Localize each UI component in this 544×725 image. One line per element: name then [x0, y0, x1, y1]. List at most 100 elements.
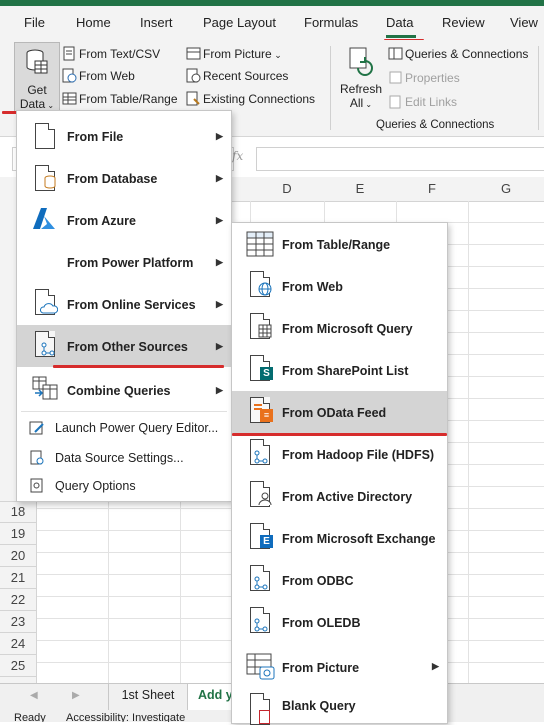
tab-data[interactable]: Data	[386, 15, 413, 30]
oledb-icon	[250, 607, 270, 633]
table-range-icon	[246, 231, 274, 257]
submenu-arrow-icon: ▶	[216, 131, 223, 141]
active-tab-indicator	[386, 35, 416, 38]
refresh-label-2: All ⌄	[349, 96, 373, 110]
refresh-icon	[349, 47, 373, 76]
row-header[interactable]: 21	[0, 567, 37, 589]
row-header[interactable]: 19	[0, 523, 37, 545]
web-icon	[250, 271, 272, 297]
menu-divider	[21, 411, 227, 412]
menu-item-launch-power-query-editor[interactable]: Launch Power Query Editor...	[17, 415, 231, 441]
formula-input[interactable]	[256, 147, 544, 171]
edit-links-icon	[389, 95, 401, 109]
submenu-item-from-oledb[interactable]: From OLEDB	[232, 601, 447, 643]
scroll-right-icon[interactable]: ▶	[72, 690, 80, 701]
azure-icon	[33, 208, 55, 229]
recent-sources-icon	[186, 68, 201, 83]
existing-connections-icon	[186, 91, 200, 106]
tab-view[interactable]: View	[510, 15, 538, 30]
from-table-range-button[interactable]: From Table/Range	[62, 91, 178, 106]
submenu-arrow-icon: ▶	[216, 257, 223, 267]
ribbon-tabs: File Home Insert Page Layout Formulas Da…	[0, 6, 544, 42]
menu-item-from-azure[interactable]: From Azure ▶	[17, 199, 231, 241]
blank-query-icon	[250, 693, 270, 725]
row-header[interactable]: 24	[0, 633, 37, 655]
tab-file[interactable]: File	[24, 15, 45, 30]
tab-review[interactable]: Review	[442, 15, 485, 30]
combine-queries-icon	[32, 376, 58, 400]
submenu-item-from-active-directory[interactable]: From Active Directory	[232, 475, 447, 517]
from-web-button[interactable]: From Web	[62, 68, 135, 83]
database-table-icon	[26, 49, 48, 74]
menu-item-combine-queries[interactable]: Combine Queries ▶	[17, 369, 231, 411]
menu-item-from-power-platform[interactable]: From Power Platform ▶	[17, 241, 231, 283]
submenu-item-blank-query[interactable]: Blank Query	[232, 687, 447, 725]
row-header[interactable]: 22	[0, 589, 37, 611]
data-source-settings-icon	[30, 450, 44, 465]
submenu-item-from-microsoft-exchange[interactable]: E From Microsoft Exchange	[232, 517, 447, 559]
scroll-left-icon[interactable]: ◀	[30, 690, 38, 701]
submenu-item-from-hadoop-file[interactable]: From Hadoop File (HDFS)	[232, 433, 447, 475]
submenu-item-from-microsoft-query[interactable]: From Microsoft Query	[232, 307, 447, 349]
tab-formulas[interactable]: Formulas	[304, 15, 358, 30]
sharepoint-icon: S	[250, 355, 273, 381]
get-data-menu: From File ▶ From Database ▶ From Azure ▶…	[16, 110, 232, 502]
row-header[interactable]: 20	[0, 545, 37, 567]
file-icon	[35, 123, 55, 149]
edit-links-button[interactable]: Edit Links	[388, 94, 457, 109]
fx-label: fx	[232, 149, 244, 163]
get-data-label-2: Data ⌄	[19, 97, 55, 111]
status-accessibility[interactable]: Accessibility: Investigate	[66, 712, 185, 722]
microsoft-query-icon	[250, 313, 272, 339]
column-header-d[interactable]: D	[250, 177, 325, 202]
from-picture-button[interactable]: From Picture ⌄	[186, 46, 282, 61]
menu-item-from-file[interactable]: From File ▶	[17, 115, 231, 157]
submenu-item-from-table-range[interactable]: From Table/Range	[232, 223, 447, 265]
table-icon	[62, 92, 77, 105]
recent-sources-button[interactable]: Recent Sources	[186, 68, 288, 83]
column-header-f[interactable]: F	[396, 177, 469, 202]
ribbon-separator-right	[538, 46, 539, 130]
menu-item-from-database[interactable]: From Database ▶	[17, 157, 231, 199]
properties-button[interactable]: Properties	[388, 70, 460, 85]
from-text-csv-button[interactable]: From Text/CSV	[62, 46, 160, 61]
submenu-item-from-sharepoint-list[interactable]: S From SharePoint List	[232, 349, 447, 391]
submenu-arrow-icon: ▶	[216, 173, 223, 183]
menu-item-from-other-sources[interactable]: From Other Sources ▶	[17, 325, 231, 367]
ribbon-separator	[330, 46, 331, 130]
other-sources-submenu: From Table/Range From Web From Microsoft…	[231, 222, 448, 725]
tab-home[interactable]: Home	[76, 15, 111, 30]
row-header[interactable]: 18	[0, 501, 37, 523]
sheet-tab-1st-sheet[interactable]: 1st Sheet	[108, 684, 188, 710]
refresh-label-1: Refresh	[339, 82, 383, 96]
row-header[interactable]: 25	[0, 655, 37, 677]
existing-connections-button[interactable]: Existing Connections	[186, 91, 315, 106]
queries-group-title: Queries & Connections	[376, 119, 495, 131]
column-header-g[interactable]: G	[468, 177, 544, 202]
odata-feed-icon: ≡	[250, 397, 273, 423]
submenu-item-from-web[interactable]: From Web	[232, 265, 447, 307]
submenu-arrow-icon: ▶	[432, 661, 439, 671]
query-options-icon	[30, 478, 43, 493]
menu-item-data-source-settings[interactable]: Data Source Settings...	[17, 445, 231, 471]
queries-connections-button[interactable]: Queries & Connections	[388, 46, 528, 61]
red-annotation-other-sources	[53, 365, 224, 368]
properties-icon	[389, 71, 402, 84]
queries-icon	[388, 47, 403, 60]
submenu-item-from-odbc[interactable]: From ODBC	[232, 559, 447, 601]
row-header[interactable]: 23	[0, 611, 37, 633]
web-icon	[62, 68, 77, 83]
menu-item-query-options[interactable]: Query Options	[17, 473, 231, 499]
submenu-item-from-odata-feed[interactable]: ≡ From OData Feed	[232, 391, 447, 433]
submenu-item-from-picture[interactable]: From Picture ▶	[232, 645, 447, 687]
tab-insert[interactable]: Insert	[140, 15, 173, 30]
hadoop-icon	[250, 439, 270, 465]
column-header-e[interactable]: E	[324, 177, 397, 202]
get-data-button[interactable]: Get Data ⌄	[14, 42, 60, 112]
text-file-icon	[63, 46, 75, 61]
menu-item-from-online-services[interactable]: From Online Services ▶	[17, 283, 231, 325]
online-services-icon	[35, 289, 58, 315]
get-data-label-1: Get	[27, 83, 47, 97]
tab-page-layout[interactable]: Page Layout	[203, 15, 276, 30]
refresh-all-button[interactable]: Refresh All ⌄	[338, 44, 384, 112]
